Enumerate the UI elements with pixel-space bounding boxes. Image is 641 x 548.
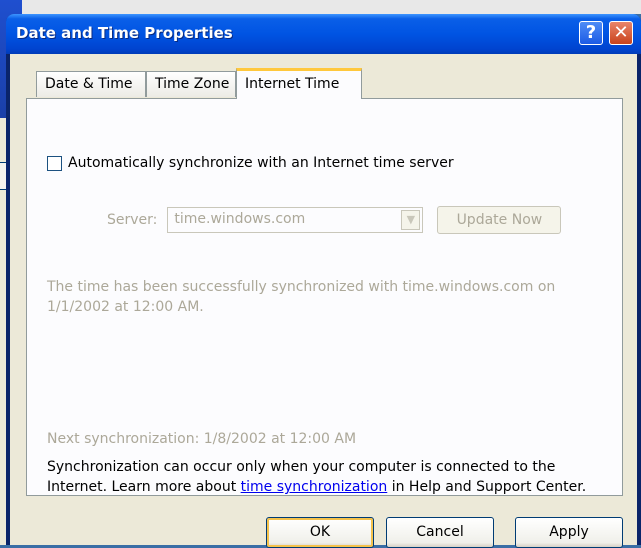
info-suffix: in Help and Support Center. (387, 479, 587, 495)
tab-date-time[interactable]: Date & Time (36, 71, 146, 97)
server-label: Server: (107, 212, 158, 228)
sync-info-text: Synchronization can occur only when your… (47, 457, 612, 497)
auto-sync-label[interactable]: Automatically synchronize with an Intern… (68, 155, 454, 171)
chevron-down-icon[interactable]: ▼ (401, 210, 421, 230)
cancel-button[interactable]: Cancel (386, 517, 494, 548)
close-button[interactable]: ✕ (609, 21, 633, 45)
window-title: Date and Time Properties (16, 24, 233, 42)
help-button[interactable]: ? (579, 21, 603, 45)
date-time-properties-dialog: Date and Time Properties ? ✕ Date & Time… (6, 14, 641, 548)
internet-time-panel: Automatically synchronize with an Intern… (26, 98, 623, 496)
next-sync-text: Next synchronization: 1/8/2002 at 12:00 … (47, 431, 357, 447)
sync-status-message: The time has been successfully synchroni… (47, 279, 556, 315)
server-row: Server: time.windows.com ▼ Update Now (107, 206, 562, 234)
auto-sync-row[interactable]: Automatically synchronize with an Intern… (47, 155, 454, 171)
update-now-button[interactable]: Update Now (437, 206, 562, 234)
ok-button[interactable]: OK (266, 517, 374, 548)
help-icon: ? (585, 22, 597, 43)
background-window-edge (0, 0, 641, 14)
tab-internet-time[interactable]: Internet Time (236, 68, 362, 99)
tab-time-zone[interactable]: Time Zone (146, 71, 236, 97)
close-icon: ✕ (613, 22, 629, 43)
title-bar[interactable]: Date and Time Properties ? ✕ (6, 14, 641, 54)
dialog-body: Date & Time Time Zone Internet Time Auto… (10, 54, 637, 548)
auto-sync-checkbox[interactable] (47, 155, 62, 171)
apply-button[interactable]: Apply (515, 517, 623, 548)
server-combobox[interactable]: time.windows.com ▼ (167, 207, 424, 233)
server-value: time.windows.com (174, 211, 306, 227)
time-sync-help-link[interactable]: time synchronization (241, 479, 388, 495)
